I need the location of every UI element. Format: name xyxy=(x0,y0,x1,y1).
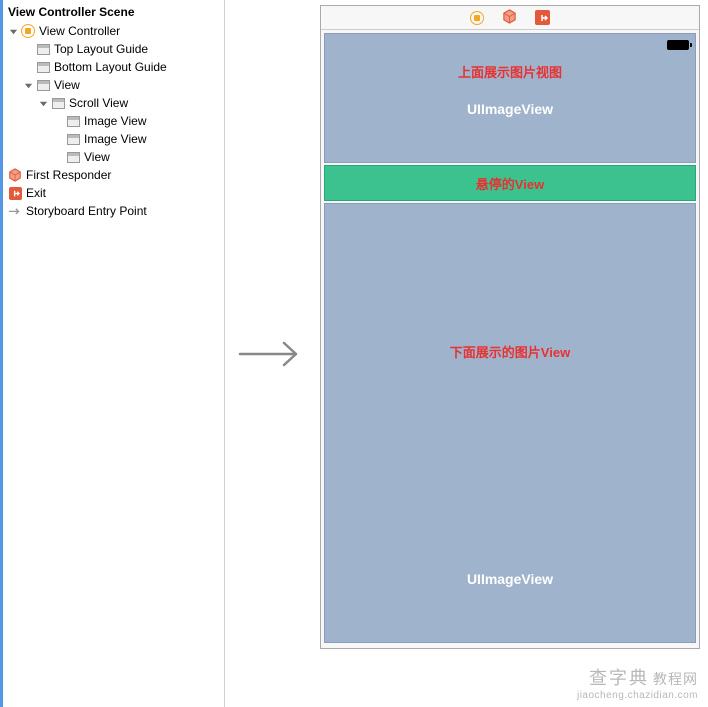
first-responder-icon[interactable] xyxy=(502,9,517,27)
hover-view[interactable]: 悬停的View xyxy=(324,165,696,201)
device-view-body: 上面展示图片视图 UIImageView 悬停的View 下面展示的图片View… xyxy=(321,30,699,648)
battery-icon xyxy=(667,40,689,50)
outline-item-label: First Responder xyxy=(26,167,111,183)
scene-header[interactable]: View Controller Scene xyxy=(0,2,224,22)
view-icon xyxy=(35,41,51,57)
outline-item-view[interactable]: View xyxy=(2,148,224,166)
outline-item-label: Scroll View xyxy=(69,95,128,111)
bottom-image-view[interactable]: 下面展示的图片View UIImageView xyxy=(324,203,696,643)
view-icon xyxy=(35,77,51,93)
disclosure-triangle-icon[interactable] xyxy=(22,79,34,91)
outline-item-label: Bottom Layout Guide xyxy=(54,59,167,75)
entry-point-arrow-icon xyxy=(7,203,23,219)
outline-item-view[interactable]: View xyxy=(2,76,224,94)
outline-item-view-controller[interactable]: View Controller xyxy=(2,22,224,40)
outline-item-entry-point[interactable]: Storyboard Entry Point xyxy=(2,202,224,220)
view-controller-icon xyxy=(20,23,36,39)
top-image-view[interactable]: 上面展示图片视图 UIImageView xyxy=(324,33,696,163)
disclosure-triangle-icon[interactable] xyxy=(37,97,49,109)
outline-item-label: Top Layout Guide xyxy=(54,41,148,57)
outline-item-label: View xyxy=(54,77,80,93)
outline-item-image-view[interactable]: Image View xyxy=(2,130,224,148)
outline-tree: View Controller Top Layout Guide Bottom … xyxy=(0,22,224,220)
outline-item-label: View Controller xyxy=(39,23,120,39)
storyboard-entry-arrow xyxy=(225,0,320,707)
exit-icon[interactable] xyxy=(535,10,550,25)
annotation-label: 上面展示图片视图 xyxy=(458,62,562,81)
outline-item-label: Image View xyxy=(84,113,146,129)
outline-item-scroll-view[interactable]: Scroll View xyxy=(2,94,224,112)
outline-item-image-view[interactable]: Image View xyxy=(2,112,224,130)
exit-icon xyxy=(7,185,23,201)
outline-item-first-responder[interactable]: First Responder xyxy=(2,166,224,184)
view-icon xyxy=(65,113,81,129)
outline-item-bottom-layout-guide[interactable]: Bottom Layout Guide xyxy=(2,58,224,76)
status-bar xyxy=(325,36,695,54)
view-controller-icon[interactable] xyxy=(470,11,484,25)
view-icon xyxy=(35,59,51,75)
outline-item-label: View xyxy=(84,149,110,165)
annotation-label: 下面展示的图片View xyxy=(450,342,570,361)
first-responder-icon xyxy=(7,167,23,183)
classname-label: UIImageView xyxy=(467,101,553,117)
classname-label: UIImageView xyxy=(467,571,553,587)
outline-item-top-layout-guide[interactable]: Top Layout Guide xyxy=(2,40,224,58)
view-icon xyxy=(50,95,66,111)
disclosure-triangle-icon[interactable] xyxy=(7,25,19,37)
outline-item-label: Exit xyxy=(26,185,46,201)
outline-item-exit[interactable]: Exit xyxy=(2,184,224,202)
view-controller-scene-frame[interactable]: 上面展示图片视图 UIImageView 悬停的View 下面展示的图片View… xyxy=(320,5,700,649)
document-outline-panel: View Controller Scene View Controller To… xyxy=(0,0,225,707)
outline-item-label: Image View xyxy=(84,131,146,147)
view-icon xyxy=(65,149,81,165)
interface-builder-canvas[interactable]: 上面展示图片视图 UIImageView 悬停的View 下面展示的图片View… xyxy=(320,0,708,707)
outline-item-label: Storyboard Entry Point xyxy=(26,203,147,219)
annotation-label: 悬停的View xyxy=(476,174,544,193)
scene-dock xyxy=(321,6,699,30)
view-icon xyxy=(65,131,81,147)
